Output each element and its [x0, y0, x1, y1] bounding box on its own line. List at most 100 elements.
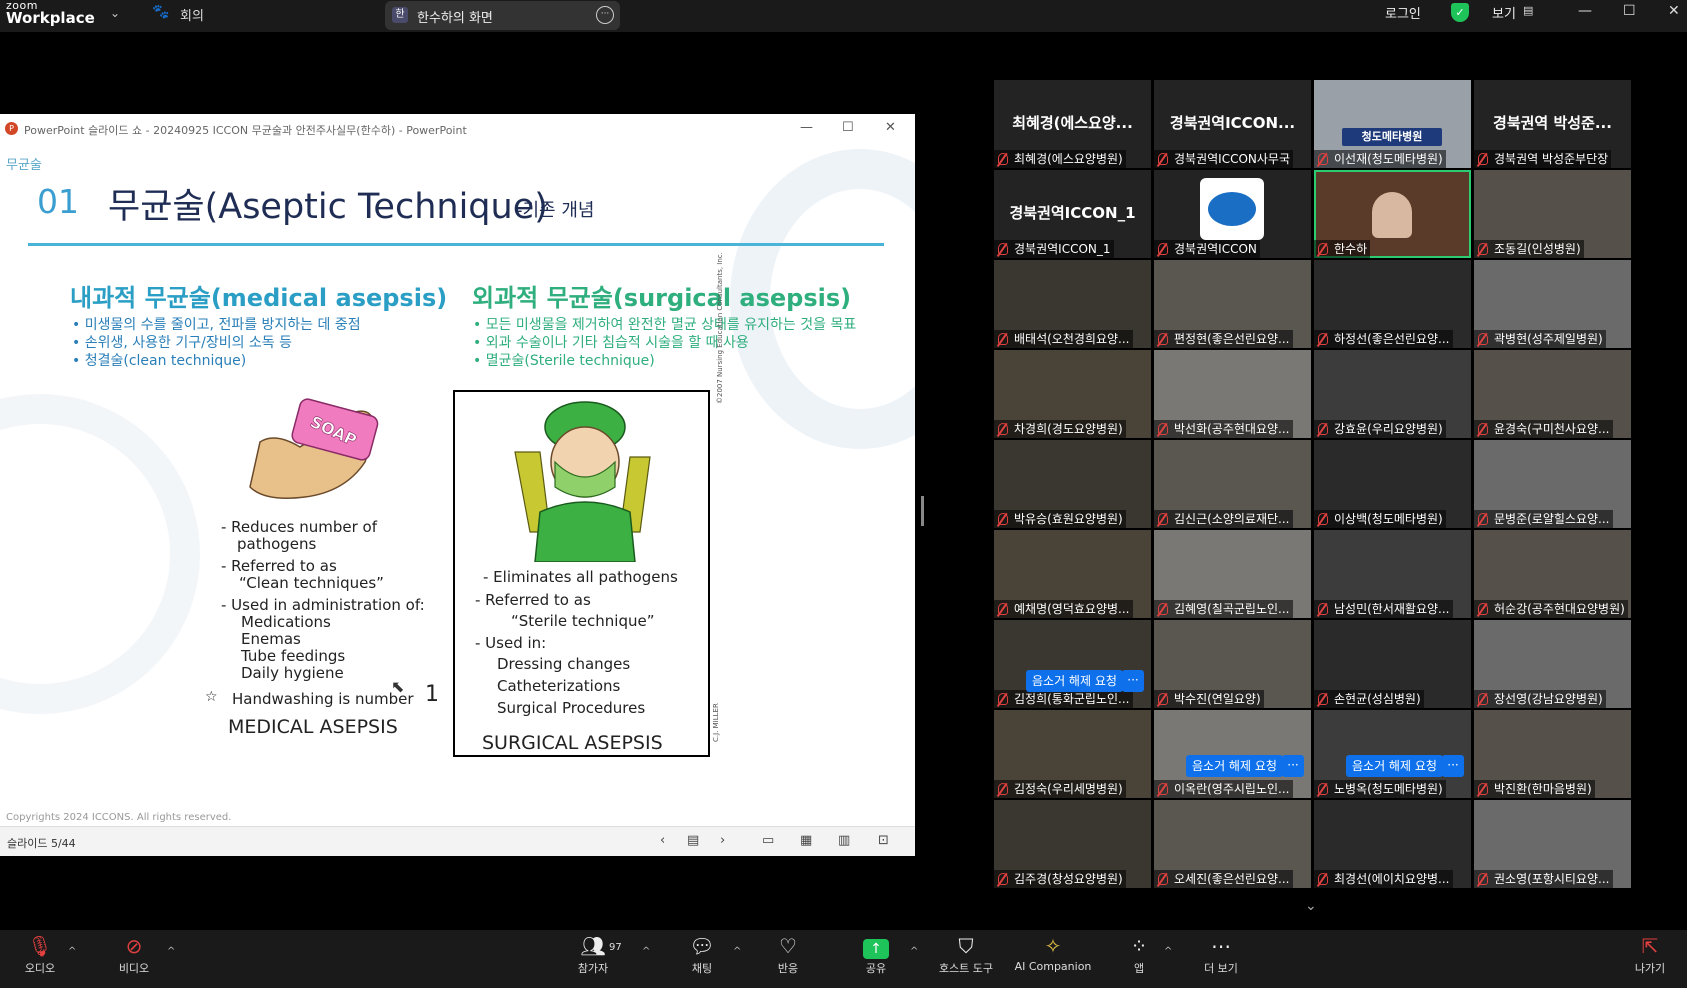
- participant-tile[interactable]: 이상백(청도메타병원): [1314, 440, 1471, 528]
- participant-tile[interactable]: 차경희(경도요양병원): [994, 350, 1151, 438]
- participant-tile[interactable]: 허순강(공주현대요양병원): [1474, 530, 1631, 618]
- meeting-label[interactable]: 회의: [180, 5, 204, 24]
- more-options-icon[interactable]: ···: [1122, 670, 1144, 692]
- participant-tile[interactable]: 박유승(효원요양병원): [994, 440, 1151, 528]
- participant-tile[interactable]: 한수하: [1314, 170, 1471, 258]
- participant-tile[interactable]: 곽병현(성주제일병원): [1474, 260, 1631, 348]
- participant-tile[interactable]: 최혜경(에스요양... 최혜경(에스요양병원): [994, 80, 1151, 168]
- share-badge: 한: [392, 7, 408, 23]
- participant-tile[interactable]: 박선화(공주현대요양...: [1154, 350, 1311, 438]
- ppt-maximize-icon[interactable]: ☐: [842, 120, 854, 135]
- participant-tile[interactable]: 조동길(인성병원): [1474, 170, 1631, 258]
- participant-tile[interactable]: 경북권역 박성준... 경북권역 박성준부단장: [1474, 80, 1631, 168]
- unmute-request-button[interactable]: 음소거 해제 요청: [1186, 755, 1283, 777]
- participant-tile[interactable]: 경북권역ICCON: [1154, 170, 1311, 258]
- participant-tile[interactable]: 김혜영(칠곡군립노인...: [1154, 530, 1311, 618]
- minimize-icon[interactable]: —: [1578, 3, 1592, 19]
- participant-tile[interactable]: 배태석(오천경희요양...: [994, 260, 1151, 348]
- chevron-up-icon[interactable]: ^: [910, 946, 918, 957]
- more-options-icon[interactable]: ···: [1442, 755, 1464, 777]
- participant-name-text: 박유승(효원요양병원): [1014, 512, 1123, 526]
- participants-button[interactable]: 👥︎ 참가자: [558, 930, 628, 976]
- participant-tile[interactable]: 김정숙(우리세명병원): [994, 710, 1151, 798]
- muted-mic-icon: [1478, 513, 1488, 525]
- participant-tile[interactable]: 박진환(한마음병원): [1474, 710, 1631, 798]
- participant-tile[interactable]: 박수진(연일요양): [1154, 620, 1311, 708]
- view-button[interactable]: 보기: [1492, 3, 1516, 22]
- participant-tile[interactable]: 남성민(한서재활요양...: [1314, 530, 1471, 618]
- participant-tile[interactable]: 경북권역ICCON... 경북권역ICCON사무국: [1154, 80, 1311, 168]
- reactions-button[interactable]: ♡ 반응: [753, 930, 823, 976]
- chevron-up-icon[interactable]: ^: [1164, 946, 1172, 957]
- chevron-down-icon[interactable]: ⌄: [110, 6, 120, 20]
- share-indicator[interactable]: 한 한수하의 화면 ···: [385, 1, 620, 30]
- ppt-close-icon[interactable]: ✕: [885, 120, 896, 135]
- normal-view-icon[interactable]: ▭: [762, 833, 774, 848]
- participant-name: 편정현(좋은선린요양...: [1154, 330, 1293, 348]
- participant-name-text: 하정선(좋은선린요양...: [1334, 332, 1450, 346]
- participant-tile[interactable]: 윤경숙(구미천사요양...: [1474, 350, 1631, 438]
- reading-view-icon[interactable]: ▥: [838, 833, 850, 848]
- muted-mic-icon: [1318, 513, 1328, 525]
- participant-tile[interactable]: 문병준(로얄힐스요양...: [1474, 440, 1631, 528]
- participant-name-text: 손현균(성심병원): [1334, 692, 1421, 706]
- next-slide-icon[interactable]: ›: [720, 833, 725, 848]
- ppt-minimize-icon[interactable]: —: [800, 120, 813, 135]
- slide-menu-icon[interactable]: ▤: [687, 833, 699, 848]
- participant-name: 김신근(소양의료재단...: [1154, 510, 1293, 528]
- maximize-icon[interactable]: ☐: [1623, 3, 1636, 19]
- muted-mic-icon: [998, 693, 1008, 705]
- host-tools-button[interactable]: ⛉ 호스트 도구: [931, 930, 1001, 976]
- med-line: “Clean techniques”: [239, 574, 384, 592]
- medical-asepsis-cartoon: SOAP - Reduces number of pathogens - Ref…: [205, 392, 439, 752]
- participant-tile[interactable]: 김신근(소양의료재단...: [1154, 440, 1311, 528]
- participant-tile[interactable]: 손현균(성심병원): [1314, 620, 1471, 708]
- login-button[interactable]: 로그인: [1385, 3, 1421, 22]
- video-button[interactable]: ⊘ 비디오: [99, 930, 169, 976]
- participant-tile[interactable]: 경북권역ICCON_1 경북권역ICCON_1: [994, 170, 1151, 258]
- prev-slide-icon[interactable]: ‹: [660, 833, 665, 848]
- participant-tile[interactable]: 권소영(포항시티요양...: [1474, 800, 1631, 888]
- participant-tile[interactable]: 오세진(좋은선린요양...: [1154, 800, 1311, 888]
- chevron-up-icon[interactable]: ^: [642, 946, 650, 957]
- participant-tile[interactable]: 하정선(좋은선린요양...: [1314, 260, 1471, 348]
- participant-name-text: 남성민(한서재활요양...: [1334, 602, 1450, 616]
- participant-tile[interactable]: 이옥란(영주시립노인...: [1154, 710, 1311, 798]
- participant-tile[interactable]: 노병옥(청도메타병원): [1314, 710, 1471, 798]
- chevron-up-icon[interactable]: ^: [68, 946, 76, 957]
- participant-tile[interactable]: 청도메타병원 이선재(청도메타병원): [1314, 80, 1471, 168]
- slide-sorter-icon[interactable]: ▦: [800, 833, 812, 848]
- chevron-up-icon[interactable]: ^: [167, 946, 175, 957]
- participant-name: 박선화(공주현대요양...: [1154, 420, 1293, 438]
- muted-mic-icon: [1478, 243, 1488, 255]
- muted-mic-icon: [1158, 513, 1168, 525]
- unmute-request-button[interactable]: 음소거 해제 요청: [1346, 755, 1443, 777]
- more-button[interactable]: ⋯ 더 보기: [1186, 930, 1256, 976]
- participant-tile[interactable]: 최경선(에이치요양병...: [1314, 800, 1471, 888]
- participant-tile[interactable]: 편정현(좋은선린요양...: [1154, 260, 1311, 348]
- chevron-up-icon[interactable]: ^: [733, 946, 741, 957]
- more-options-icon[interactable]: ···: [1282, 755, 1304, 777]
- participant-tile[interactable]: 김주경(창성요양병원): [994, 800, 1151, 888]
- close-icon[interactable]: ✕: [1668, 3, 1680, 19]
- shield-icon[interactable]: ✓: [1451, 3, 1469, 22]
- chat-button[interactable]: 💬︎ 채팅: [667, 930, 737, 976]
- participant-tile[interactable]: 예채명(영덕효요양병...: [994, 530, 1151, 618]
- credit-text: ©2007 Nursing Education Consultants, Inc…: [716, 252, 724, 404]
- unmute-request-button[interactable]: 음소거 해제 요청: [1026, 670, 1123, 692]
- presenter-icon[interactable]: ⊡: [878, 833, 889, 848]
- ai-companion-button[interactable]: ✧ AI Companion: [1008, 930, 1098, 973]
- participant-tile[interactable]: 장선영(강남요양병원): [1474, 620, 1631, 708]
- participant-tile[interactable]: 강효윤(우리요양병원): [1314, 350, 1471, 438]
- participant-name-text: 곽병현(성주제일병원): [1494, 332, 1603, 346]
- audio-button[interactable]: 🎙︎ 오디오: [5, 930, 75, 976]
- view-grid-icon[interactable]: ▤: [1523, 4, 1533, 17]
- participant-name-text: 권소영(포항시티요양...: [1494, 872, 1610, 886]
- slide-counter: 슬라이드 5/44: [7, 837, 76, 850]
- participant-tile[interactable]: 김정희(통화군립노인...: [994, 620, 1151, 708]
- chevron-down-icon[interactable]: ⌄: [1305, 898, 1317, 914]
- leave-button[interactable]: ⇱ 나가기: [1615, 930, 1685, 976]
- share-button[interactable]: ↑ 공유: [841, 930, 911, 976]
- splitter-handle[interactable]: [921, 496, 924, 526]
- more-options-icon[interactable]: ···: [596, 6, 614, 24]
